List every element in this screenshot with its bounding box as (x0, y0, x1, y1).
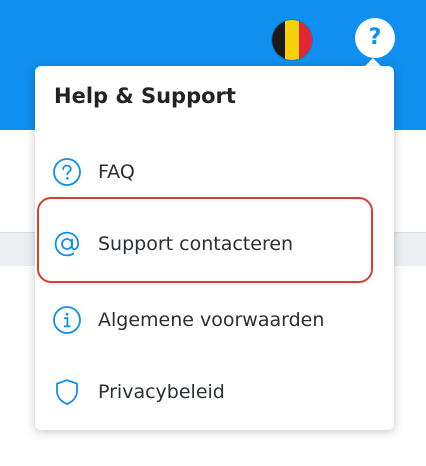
page: ? Help & Support FAQ Support contacteren… (0, 0, 426, 466)
menu-item-faq[interactable]: FAQ (35, 142, 394, 202)
dropdown-title: Help & Support (54, 84, 236, 108)
question-circle-icon (52, 157, 82, 187)
flag-stripe-yellow (285, 20, 299, 60)
menu-item-label: Support contacteren (98, 233, 294, 255)
menu-item-label: FAQ (98, 161, 135, 183)
shield-icon (52, 377, 82, 407)
at-sign-icon (52, 229, 82, 259)
menu-item-algemene-voorwaarden[interactable]: Algemene voorwaarden (35, 290, 394, 350)
menu-item-label: Algemene voorwaarden (98, 309, 325, 331)
menu-item-label: Privacybeleid (98, 381, 225, 403)
help-button[interactable]: ? (355, 18, 395, 58)
menu-item-privacybeleid[interactable]: Privacybeleid (35, 362, 394, 422)
menu-item-support-contacteren[interactable]: Support contacteren (35, 214, 394, 274)
info-circle-icon (52, 305, 82, 335)
help-support-dropdown: Help & Support FAQ Support contacteren A… (35, 66, 394, 430)
language-flag-button[interactable] (272, 20, 312, 60)
question-mark-icon: ? (368, 25, 382, 50)
